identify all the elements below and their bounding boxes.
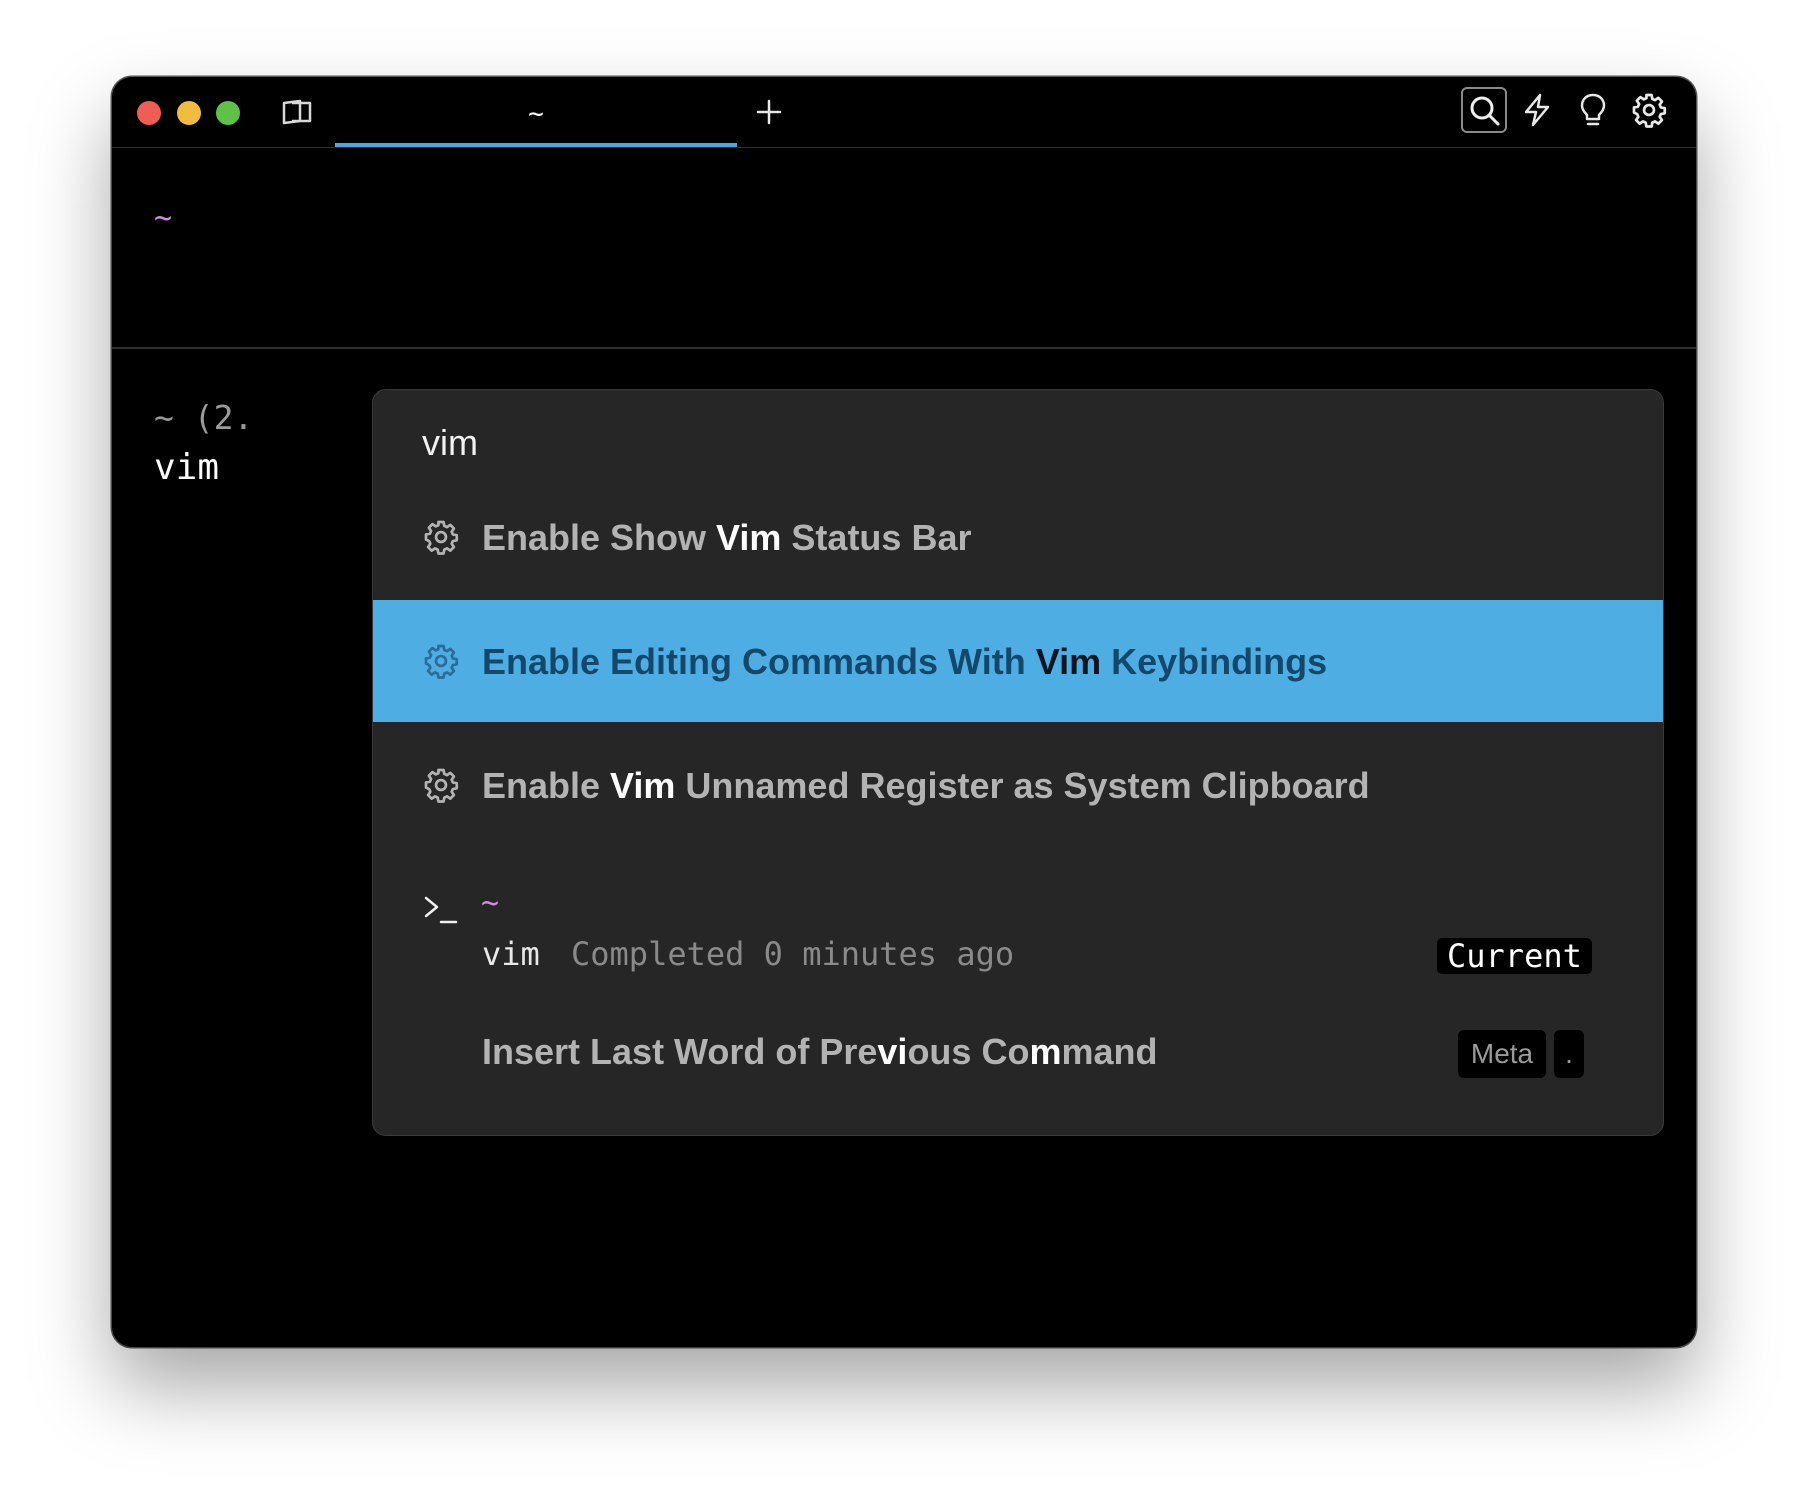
- label-text: Enable Editing Commands With: [482, 641, 1036, 682]
- shortcut-key-meta: Meta: [1458, 1030, 1546, 1078]
- close-window-button[interactable]: [137, 101, 161, 125]
- terminal-window: ~ ~ ~ (2. vim vim Enable Show Vim Status…: [112, 77, 1696, 1347]
- gear-icon: [424, 644, 459, 679]
- label-text: mand: [1061, 1031, 1158, 1072]
- palette-item-vim-clipboard[interactable]: Enable Vim Unnamed Register as System Cl…: [373, 724, 1663, 846]
- history-directory: ~: [481, 886, 500, 921]
- title-bar: ~: [112, 77, 1696, 148]
- terminal-prompt: ~: [154, 201, 173, 236]
- palette-item-label: Enable Vim Unnamed Register as System Cl…: [482, 765, 1370, 807]
- block-header: ~ (2.: [154, 398, 254, 437]
- gear-icon[interactable]: [1631, 92, 1667, 128]
- palette-item-vim-keybindings[interactable]: Enable Editing Commands With Vim Keybind…: [373, 600, 1663, 722]
- label-text: Enable Show: [482, 517, 717, 558]
- search-button[interactable]: [1461, 87, 1507, 133]
- palette-item-label: Enable Show Vim Status Bar: [482, 517, 971, 559]
- match-highlight: Vim: [1035, 641, 1102, 682]
- label-text: Enable: [482, 765, 611, 806]
- search-icon: [1470, 96, 1500, 126]
- tab-label: ~: [528, 99, 544, 129]
- lightning-icon[interactable]: [1519, 92, 1555, 128]
- tabs-panel-icon[interactable]: [280, 97, 314, 127]
- block-command: vim: [154, 447, 220, 488]
- command-palette: vim Enable Show Vim Status Bar Enable Ed…: [372, 389, 1664, 1136]
- history-meta: Completed 0 minutes ago: [571, 935, 1015, 973]
- palette-item-insert-last-word[interactable]: Insert Last Word of Previous Command: [482, 1031, 1157, 1073]
- gear-icon: [424, 768, 459, 803]
- palette-item-label: Enable Editing Commands With Vim Keybind…: [482, 641, 1327, 683]
- label-text: Status Bar: [781, 517, 972, 558]
- plus-icon[interactable]: [755, 98, 783, 126]
- current-badge: Current: [1437, 938, 1592, 974]
- label-text: Insert Last Word of Pre: [482, 1031, 878, 1072]
- lightbulb-icon[interactable]: [1575, 92, 1611, 128]
- tab-home[interactable]: ~: [335, 77, 737, 147]
- palette-item-show-vim-status-bar[interactable]: Enable Show Vim Status Bar: [373, 476, 1663, 598]
- label-text: ous Co: [907, 1031, 1030, 1072]
- match-highlight: m: [1029, 1031, 1062, 1072]
- match-highlight: Vim: [610, 765, 676, 806]
- label-text: Keybindings: [1101, 641, 1328, 682]
- label-text: Unnamed Register as System Clipboard: [675, 765, 1370, 806]
- shortcut-key-period: .: [1554, 1030, 1584, 1078]
- history-command[interactable]: vim: [482, 935, 540, 973]
- palette-search-input[interactable]: vim: [422, 422, 478, 464]
- terminal-prompt-icon: [424, 896, 458, 924]
- block-divider: [112, 347, 1696, 349]
- maximize-window-button[interactable]: [216, 101, 240, 125]
- gear-icon: [424, 520, 459, 555]
- minimize-window-button[interactable]: [177, 101, 201, 125]
- match-highlight: Vim: [716, 517, 782, 558]
- match-highlight: vi: [877, 1031, 908, 1072]
